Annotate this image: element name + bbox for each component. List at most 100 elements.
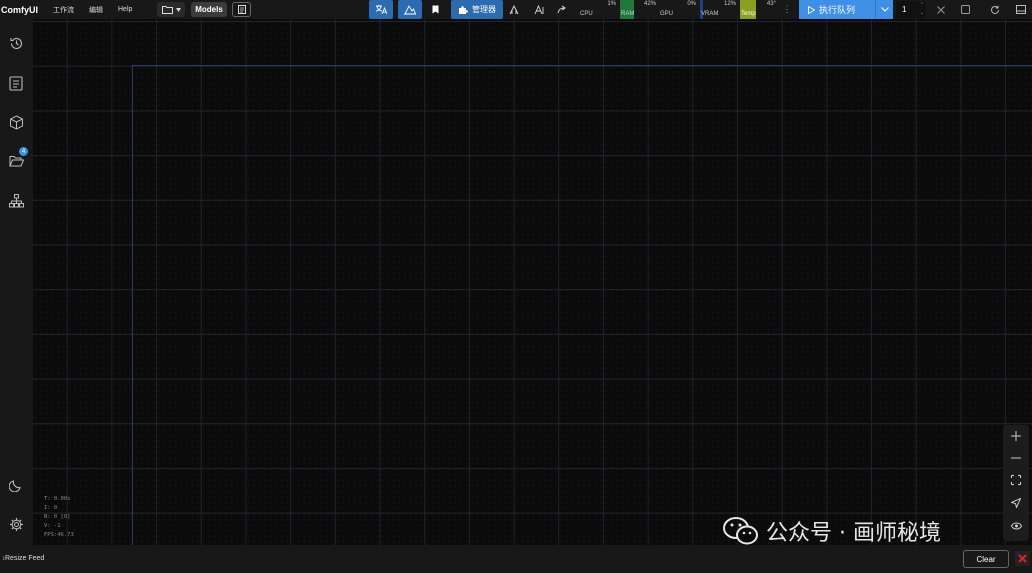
sidebar-item-workflows[interactable]: 4 xyxy=(6,147,28,171)
models-button[interactable]: Models xyxy=(191,2,227,17)
ram-value: 42% xyxy=(643,1,656,7)
play-icon xyxy=(808,5,815,14)
watermark-text: 公众号 · 画师秘境 xyxy=(766,521,941,546)
vram-monitor: VRAM 12% xyxy=(700,0,736,19)
list-icon xyxy=(9,75,23,91)
run-options-button[interactable] xyxy=(875,0,893,19)
expand-icon xyxy=(1011,475,1021,485)
sidebar-item-history[interactable] xyxy=(6,33,26,53)
canvas-stats-overlay: T: 0.00s I: 0 N: 0 [0] V: -1 FPS:46.73 xyxy=(44,495,74,540)
cpu-monitor: CPU 1% xyxy=(580,0,616,19)
vram-value: 12% xyxy=(723,1,736,7)
manager-label: 管理器 xyxy=(472,5,496,14)
canvas-origin-y-axis xyxy=(132,65,133,545)
temp-label: Temp xyxy=(741,11,756,17)
resize-feed-button[interactable]: ↕Resize Feed xyxy=(2,555,44,562)
gpu-monitor: GPU 0% xyxy=(660,0,696,19)
panel-toggle-button[interactable] xyxy=(1012,2,1030,17)
puzzle-icon xyxy=(459,5,468,14)
sidebar-item-queue[interactable] xyxy=(6,73,26,93)
temp-monitor: Temp 43° xyxy=(740,0,776,19)
share-icon xyxy=(557,5,566,14)
navigation-icon xyxy=(1011,498,1021,508)
share-button[interactable] xyxy=(553,2,571,17)
cpu-label: CPU xyxy=(580,11,593,17)
fit-view-button[interactable] xyxy=(1007,471,1025,489)
zoom-out-button[interactable] xyxy=(1007,449,1025,467)
workflow-folder-button[interactable] xyxy=(157,2,185,17)
menu-help[interactable]: Help xyxy=(118,6,132,13)
bookmark-button[interactable] xyxy=(426,2,444,17)
menu-workflow[interactable]: 工作流 xyxy=(53,5,74,15)
canvas-origin-x-axis xyxy=(132,65,1032,66)
document-icon xyxy=(237,5,246,14)
mountain-icon xyxy=(404,5,416,15)
more-icon[interactable]: ⋮ xyxy=(782,2,792,17)
bottom-bar: ↕Resize Feed Clear xyxy=(0,545,1032,573)
gpu-value: 0% xyxy=(687,1,696,7)
temp-value: 43° xyxy=(766,1,776,7)
refresh-button[interactable] xyxy=(986,2,1004,17)
run-queue-button[interactable]: 执行队列 xyxy=(799,0,893,19)
stat-fps: FPS:46.73 xyxy=(44,532,74,538)
sidebar-item-model-library[interactable] xyxy=(6,191,26,211)
menu-edit[interactable]: 编辑 xyxy=(89,5,103,15)
minus-icon xyxy=(1011,457,1021,459)
gpu-label: GPU xyxy=(660,11,674,17)
folder-icon xyxy=(161,6,173,14)
cancel-button[interactable] xyxy=(932,2,950,17)
ram-monitor: RAM 42% xyxy=(620,0,656,19)
chevron-down-icon xyxy=(175,7,181,12)
translate-icon xyxy=(375,5,387,15)
translate-button[interactable] xyxy=(369,0,393,19)
plus-icon xyxy=(1011,431,1021,441)
cube-icon xyxy=(9,114,23,130)
moon-icon xyxy=(9,480,21,492)
chevron-down-icon xyxy=(880,7,889,12)
close-icon xyxy=(937,5,945,14)
queue-count-stepper[interactable]: ⌃ ⌄ xyxy=(920,1,924,17)
history-icon xyxy=(9,37,22,49)
crystools-button[interactable] xyxy=(398,0,422,19)
ram-label: RAM xyxy=(621,11,635,17)
sidebar: 4 xyxy=(0,19,33,545)
stop-button[interactable] xyxy=(956,2,974,17)
manager-button[interactable]: 管理器 xyxy=(451,0,503,19)
top-bar: ComfyUI 工作流 编辑 Help Models 管理器 CPU 1% RA… xyxy=(0,0,1032,19)
stat-time: T: 0.00s xyxy=(44,496,71,502)
ai-icon xyxy=(534,4,543,14)
stop-icon xyxy=(960,5,970,14)
watermark: 公众号 · 画师秘境 xyxy=(722,516,941,546)
close-icon xyxy=(1018,554,1027,563)
queue-count-input[interactable]: 1 ⌃ ⌄ xyxy=(896,1,926,18)
locate-button[interactable] xyxy=(1007,494,1025,512)
clear-button[interactable]: Clear xyxy=(963,550,1009,568)
folder-open-icon xyxy=(8,155,24,166)
queue-count-value: 1 xyxy=(902,5,907,14)
theme-toggle-button[interactable] xyxy=(6,475,26,495)
stat-version: V: -1 xyxy=(44,523,61,529)
sitemap-icon xyxy=(8,194,24,208)
ai-button[interactable] xyxy=(530,2,548,17)
bookmark-icon xyxy=(432,5,438,14)
settings-button[interactable] xyxy=(6,514,26,534)
zoom-in-button[interactable] xyxy=(1007,427,1025,445)
vram-label: VRAM xyxy=(701,11,719,17)
stat-nodes: N: 0 [0] xyxy=(44,514,71,520)
graph-canvas[interactable]: T: 0.00s I: 0 N: 0 [0] V: -1 FPS:46.73 xyxy=(33,19,1032,545)
cpu-value: 1% xyxy=(607,1,616,7)
stat-iterations: I: 0 xyxy=(44,505,58,511)
close-feed-button[interactable] xyxy=(1015,551,1030,566)
workspace-button[interactable] xyxy=(505,2,523,17)
wechat-icon xyxy=(723,517,758,545)
resize-feed-label: Resize Feed xyxy=(5,555,45,562)
document-button[interactable] xyxy=(232,2,251,17)
panel-icon xyxy=(1016,5,1026,14)
sidebar-item-node-library[interactable] xyxy=(6,112,26,132)
workflows-badge: 4 xyxy=(19,147,28,156)
workspace-icon xyxy=(509,4,518,14)
eye-icon xyxy=(1010,522,1022,530)
gear-icon xyxy=(9,517,23,531)
refresh-icon xyxy=(991,5,999,14)
toggle-links-button[interactable] xyxy=(1007,517,1025,535)
